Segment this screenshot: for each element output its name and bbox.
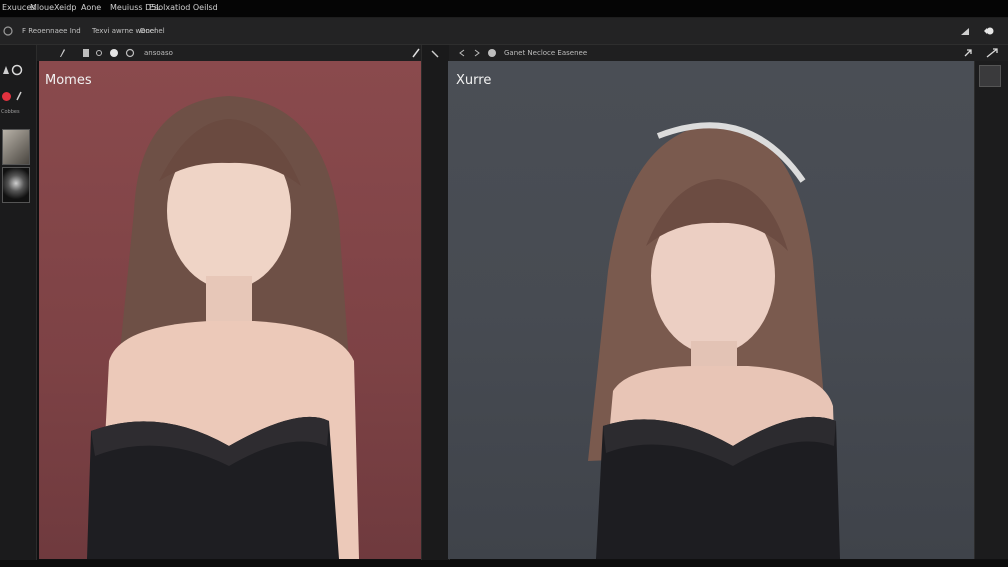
settings-icon[interactable] [125, 48, 135, 58]
layer-thumbnail-1[interactable] [2, 129, 30, 165]
toolbar-mode-label: Doenel [140, 27, 165, 35]
status-bar [0, 560, 1008, 567]
chevron-left-icon[interactable] [459, 49, 465, 57]
minimize-icon[interactable] [960, 27, 970, 36]
color-swatch-icon[interactable] [1, 91, 12, 102]
layer-strip-label: Cobbes [1, 109, 20, 115]
right-panel-title: Ganet Necloce Easenee [504, 49, 588, 57]
right-image-canvas[interactable]: Xurre [448, 61, 974, 559]
layer-thumbnail-2[interactable] [2, 167, 30, 203]
tool-icon[interactable] [2, 65, 10, 75]
menu-item-6[interactable]: Esolxatiod Oeilsd [149, 3, 218, 12]
left-portrait-image [87, 96, 359, 559]
menu-item-2[interactable]: Mloue [30, 3, 54, 12]
right-tool-strip [974, 61, 1008, 559]
record-icon[interactable] [109, 48, 119, 58]
panel-divider[interactable] [421, 45, 450, 560]
menu-bar: Exuuces Mloue Xeidp Aone Meuiuss D5L Eso… [0, 0, 1008, 18]
small-circle-icon[interactable] [95, 49, 103, 57]
chevron-right-icon[interactable] [474, 49, 480, 57]
eyedropper-icon[interactable] [15, 91, 23, 101]
side-panel-button[interactable] [979, 65, 1001, 87]
right-portrait-image [588, 122, 840, 559]
back-circle-icon[interactable] [3, 26, 13, 36]
menu-item-4[interactable]: Aone [81, 3, 101, 12]
menu-item-3[interactable]: Xeidp [54, 3, 76, 12]
brush-icon[interactable] [58, 48, 66, 58]
expand-icon[interactable] [986, 48, 998, 58]
share-icon[interactable] [963, 48, 973, 58]
document-icon[interactable] [82, 48, 90, 58]
left-panel-header: ansoaso [37, 45, 421, 61]
pin-icon[interactable] [431, 49, 439, 59]
left-panel-title: ansoaso [144, 49, 173, 57]
ring-icon[interactable] [11, 64, 23, 76]
right-panel-header: Ganet Necloce Easenee [449, 45, 1008, 61]
globe-icon[interactable] [487, 48, 497, 58]
left-image-canvas[interactable]: Momes [39, 61, 421, 559]
toolbar: F Reoennaee Ind Texvi awrne wenel Doenel [0, 18, 1008, 45]
camera-icon[interactable] [984, 26, 996, 36]
pen-icon[interactable] [412, 48, 420, 58]
toolbar-file-label: F Reoennaee Ind [22, 27, 81, 35]
left-tool-strip: Cobbes [0, 45, 37, 560]
